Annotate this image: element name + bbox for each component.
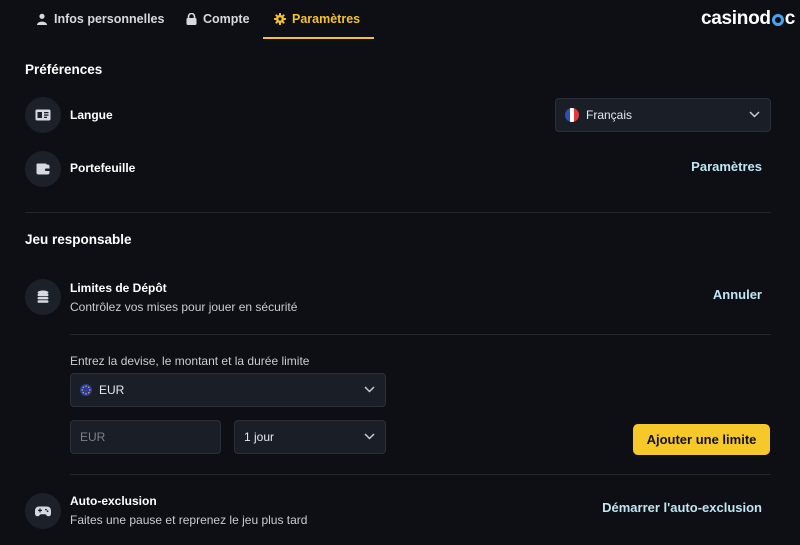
tab-settings[interactable]: Paramètres: [274, 0, 360, 38]
user-icon: [37, 13, 47, 25]
self-exclusion-description: Faites une pause et reprenez le jeu plus…: [70, 513, 308, 527]
language-label: Langue: [70, 108, 113, 122]
language-select[interactable]: Français: [555, 98, 771, 132]
wallet-settings-link[interactable]: Paramètres: [691, 159, 762, 174]
tab-label: Infos personnelles: [54, 12, 165, 26]
wallet-icon: [36, 163, 50, 175]
tab-personal-info[interactable]: Infos personnelles: [36, 0, 164, 38]
wallet-icon-badge: [25, 151, 61, 187]
casinodoc-logo[interactable]: casinod c: [701, 8, 795, 30]
tab-label: Paramètres: [292, 12, 361, 26]
language-icon-badge: [25, 97, 61, 133]
self-exclusion-divider: [70, 474, 771, 475]
preferences-title: Préférences: [25, 62, 103, 77]
limit-period-select[interactable]: 1 jour: [234, 420, 386, 454]
gear-icon: [274, 13, 286, 25]
currency-value: EUR: [99, 383, 125, 397]
tab-label: Compte: [203, 12, 250, 26]
deposit-icon-badge: [25, 279, 61, 315]
deposit-limits-label: Limites de Dépôt: [70, 281, 167, 295]
start-self-exclusion-link[interactable]: Démarrer l'auto-exclusion: [602, 500, 762, 515]
chevron-down-icon: [364, 386, 375, 393]
deposit-divider: [70, 334, 771, 335]
logo-text-suffix: c: [784, 8, 796, 29]
euro-stars-icon: [80, 384, 92, 396]
cancel-deposit-limit-link[interactable]: Annuler: [713, 287, 762, 302]
deposit-form-instruction: Entrez la devise, le montant et la durée…: [70, 354, 310, 368]
chevron-down-icon: [749, 111, 760, 118]
self-exclusion-icon-badge: [25, 493, 61, 529]
responsible-gaming-title: Jeu responsable: [25, 232, 132, 247]
logo-text: casinod: [701, 8, 771, 29]
language-card-icon: [35, 109, 51, 121]
add-limit-button[interactable]: Ajouter une limite: [633, 424, 770, 455]
deposit-limits-description: Contrôlez vos mises pour jouer en sécuri…: [70, 300, 298, 314]
currency-select[interactable]: EUR: [70, 373, 386, 407]
top-navigation: Infos personnelles Compte Paramètres cas…: [0, 0, 800, 40]
deposit-amount-input[interactable]: [70, 420, 221, 454]
wallet-label: Portefeuille: [70, 161, 136, 175]
gamepad-icon: [35, 506, 51, 516]
period-value: 1 jour: [244, 430, 275, 444]
france-flag-icon: [565, 108, 579, 122]
section-divider: [25, 212, 771, 213]
logo-ring-icon: [771, 14, 784, 26]
lock-icon: [186, 13, 197, 25]
tab-account[interactable]: Compte: [186, 0, 250, 38]
active-tab-indicator: [263, 37, 374, 39]
chevron-down-icon: [364, 433, 375, 440]
language-value: Français: [586, 108, 633, 122]
self-exclusion-label: Auto-exclusion: [70, 494, 157, 508]
coins-stack-icon: [37, 290, 49, 303]
